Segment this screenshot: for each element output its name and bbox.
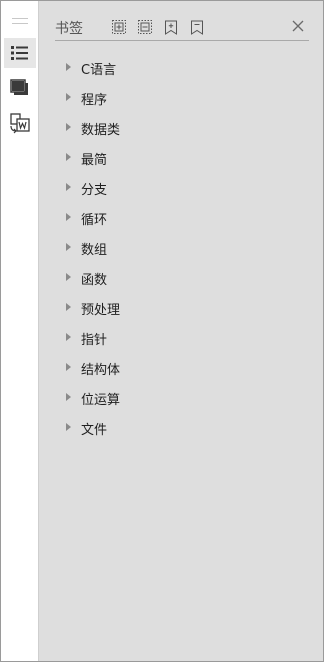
bookmark-label: 数组	[81, 242, 108, 258]
expand-arrow-icon[interactable]	[66, 123, 71, 131]
bookmark-tree: C语言 程序 数据类 最简 分支 循环 数组 函数 预处理 指针 结构体 位运算…	[63, 53, 303, 443]
bookmark-list-icon	[11, 46, 28, 60]
navigation-rail	[1, 1, 39, 661]
bookmark-label: 预处理	[81, 302, 121, 318]
drag-handle[interactable]	[12, 18, 28, 24]
bookmark-label: 循环	[81, 212, 108, 228]
bookmark-item[interactable]: 数据类	[63, 113, 303, 143]
expand-arrow-icon[interactable]	[66, 63, 71, 71]
bookmarks-tab[interactable]	[4, 38, 36, 68]
expand-arrow-icon[interactable]	[66, 363, 71, 371]
bookmark-icon	[191, 20, 203, 35]
convert-word-tab[interactable]	[4, 108, 36, 138]
bookmark-item[interactable]: 程序	[63, 83, 303, 113]
expand-all-button[interactable]	[111, 19, 127, 35]
expand-arrow-icon[interactable]	[66, 183, 71, 191]
expand-arrow-icon[interactable]	[66, 153, 71, 161]
expand-all-icon	[112, 20, 126, 34]
bookmark-label: 位运算	[81, 392, 121, 408]
expand-arrow-icon[interactable]	[66, 243, 71, 251]
expand-arrow-icon[interactable]	[66, 303, 71, 311]
convert-to-word-icon	[10, 113, 30, 134]
collapse-all-icon	[138, 20, 152, 34]
expand-arrow-icon[interactable]	[66, 423, 71, 431]
pages-tab[interactable]	[4, 73, 36, 103]
bookmark-panel: 书签 C语言 程序 数据类 最简 分支 循环 数组 函数 预处理 指针 结构体 …	[39, 1, 323, 661]
bookmark-button[interactable]	[189, 19, 205, 35]
close-icon[interactable]	[291, 19, 305, 33]
bookmark-label: 函数	[81, 272, 108, 288]
expand-arrow-icon[interactable]	[66, 93, 71, 101]
bookmark-sidebar-window: 书签 C语言 程序 数据类 最简 分支 循环 数组 函数 预处理 指针 结构体 …	[0, 0, 324, 662]
expand-arrow-icon[interactable]	[66, 213, 71, 221]
add-bookmark-icon	[165, 20, 177, 35]
bookmark-item[interactable]: 预处理	[63, 293, 303, 323]
panel-header: 书签	[55, 16, 309, 41]
bookmark-item[interactable]: 文件	[63, 413, 303, 443]
bookmark-label: 数据类	[81, 122, 121, 138]
bookmark-item[interactable]: 分支	[63, 173, 303, 203]
expand-arrow-icon[interactable]	[66, 393, 71, 401]
expand-arrow-icon[interactable]	[66, 273, 71, 281]
bookmark-item[interactable]: 函数	[63, 263, 303, 293]
bookmark-item[interactable]: C语言	[63, 53, 303, 83]
bookmark-item[interactable]: 位运算	[63, 383, 303, 413]
bookmark-label: 分支	[81, 182, 108, 198]
bookmark-label: 文件	[81, 422, 108, 438]
bookmark-label: 最简	[81, 152, 108, 168]
bookmark-label: 指针	[81, 332, 108, 348]
bookmark-item[interactable]: 数组	[63, 233, 303, 263]
bookmark-item[interactable]: 指针	[63, 323, 303, 353]
bookmark-item[interactable]: 循环	[63, 203, 303, 233]
panel-title: 书签	[55, 21, 83, 37]
pages-icon	[10, 79, 28, 95]
bookmark-label: C语言	[81, 62, 117, 78]
bookmark-item[interactable]: 最简	[63, 143, 303, 173]
collapse-all-button[interactable]	[137, 19, 153, 35]
bookmark-label: 结构体	[81, 362, 121, 378]
bookmark-item[interactable]: 结构体	[63, 353, 303, 383]
bookmark-label: 程序	[81, 92, 108, 108]
add-bookmark-button[interactable]	[163, 19, 179, 35]
expand-arrow-icon[interactable]	[66, 333, 71, 341]
